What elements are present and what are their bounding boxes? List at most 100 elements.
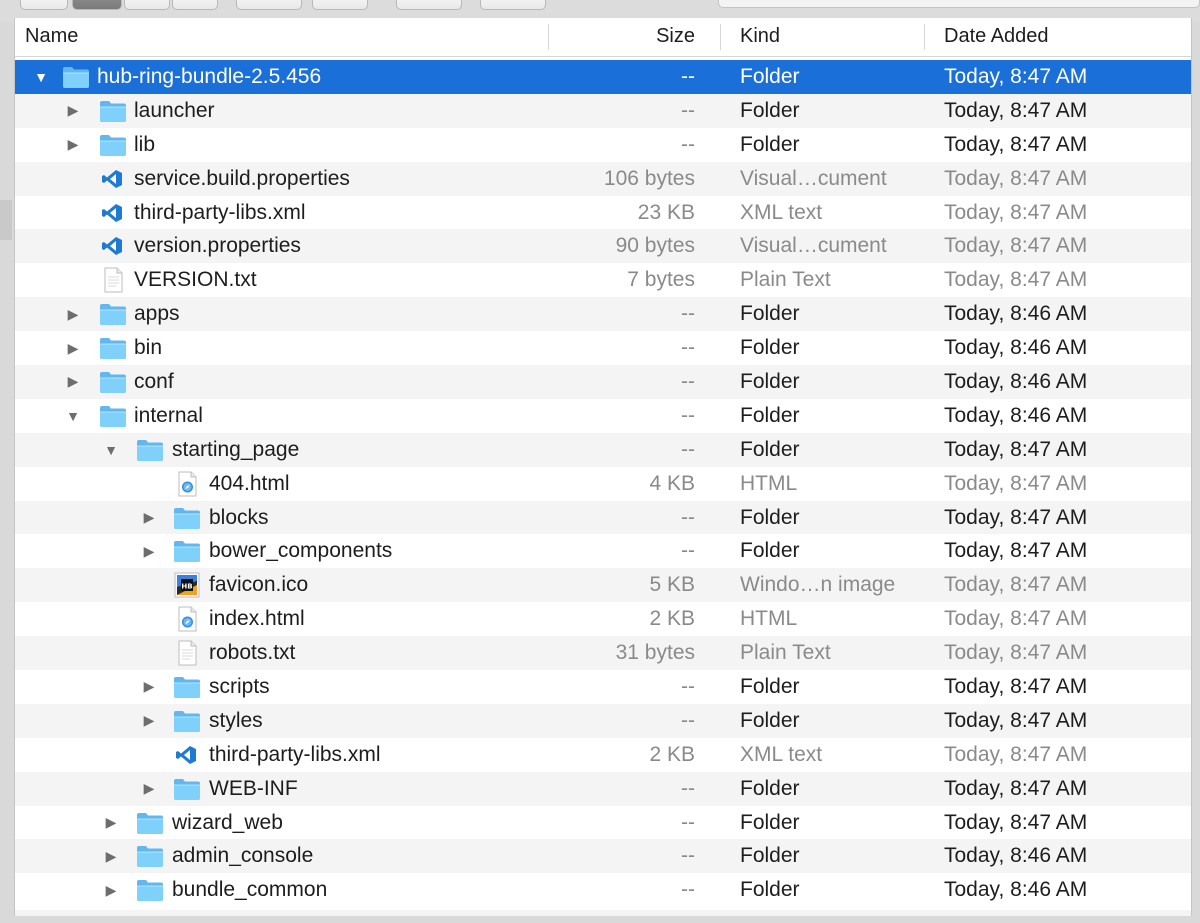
file-name[interactable]: third-party-libs.xml [209,738,381,772]
file-kind: Plain Text [740,268,831,292]
table-row[interactable]: third-party-libs.xml 2 KB XML text Today, 8… [15,738,1191,772]
disclosure-triangle-expanded-icon[interactable]: ▼ [101,433,121,467]
table-row[interactable]: ▶ bundle_common -- Folder Today, 8:46 AM [15,873,1191,907]
file-name[interactable]: styles [209,704,263,738]
disclosure-triangle-collapsed-icon[interactable]: ▶ [63,128,83,162]
file-name[interactable]: WEB-INF [209,772,298,806]
file-kind: Folder [740,776,800,800]
file-date-added: Today, 8:47 AM [944,166,1088,190]
file-name[interactable]: apps [134,297,180,331]
file-date-added: Today, 8:47 AM [944,200,1088,224]
file-kind: Folder [740,810,800,834]
disclosure-triangle-expanded-icon[interactable]: ▼ [31,60,51,94]
disclosure-triangle-collapsed-icon[interactable]: ▶ [63,297,83,331]
file-name[interactable]: bower_components [209,534,392,568]
file-name[interactable]: launcher [134,94,215,128]
action-button[interactable] [312,0,368,10]
table-row[interactable]: ▶ admin_console -- Folder Today, 8:46 AM [15,839,1191,874]
file-name[interactable]: favicon.ico [209,568,308,602]
file-name[interactable]: internal [134,399,203,433]
table-row[interactable]: ▼ internal -- Folder Today, 8:46 AM [15,399,1191,433]
file-date-added: Today, 8:47 AM [944,810,1088,834]
table-row[interactable]: ▶ conf -- Folder Today, 8:46 AM [15,365,1191,399]
table-row[interactable]: ▼ hub-ring-bundle-2.5.456 -- Folder Today, 8… [15,60,1191,94]
table-row[interactable]: 404.html 4 KB HTML Today, 8:47 AM [15,467,1191,501]
table-row[interactable]: ▶ lib -- Folder Today, 8:47 AM [15,128,1191,162]
table-row[interactable]: ▶ apps -- Folder Today, 8:46 AM [15,297,1191,332]
table-row[interactable]: service.build.properties 106 bytes Visual…… [15,161,1191,196]
table-row[interactable]: ▶ scripts -- Folder Today, 8:47 AM [15,670,1191,704]
tags-button[interactable] [480,0,546,10]
disclosure-triangle-collapsed-icon[interactable]: ▶ [139,772,159,806]
share-button[interactable] [396,0,462,10]
search-input[interactable] [718,0,1200,8]
file-name[interactable]: 404.html [209,467,290,501]
file-name[interactable]: scripts [209,670,270,704]
disclosure-triangle-collapsed-icon[interactable]: ▶ [63,365,83,399]
file-kind: Visual…cument [740,234,887,258]
file-size: -- [681,505,695,529]
table-row[interactable]: HB favicon.ico 5 KB Windo…n image Today, 8:4… [15,568,1191,603]
disclosure-triangle-collapsed-icon[interactable]: ▶ [139,501,159,535]
disclosure-triangle-collapsed-icon[interactable]: ▶ [63,94,83,128]
file-name[interactable]: bin [134,331,162,365]
file-size: 5 KB [649,573,695,597]
column-divider[interactable] [924,24,925,50]
file-name[interactable]: index.html [209,602,305,636]
column-header-name[interactable]: Name [25,18,78,56]
table-row[interactable]: robots.txt 31 bytes Plain Text Today, 8:47 … [15,636,1191,671]
column-divider[interactable] [548,24,549,50]
file-name[interactable]: lib [134,128,155,162]
file-name[interactable]: hub-ring-bundle-2.5.456 [97,60,321,94]
table-row[interactable]: ▶ wizard_web -- Folder Today, 8:47 AM [15,806,1191,840]
table-row[interactable]: version.properties 90 bytes Visual…cument T… [15,229,1191,264]
table-row[interactable]: third-party-libs.xml 23 KB XML text Today, … [15,196,1191,230]
view-gallery-button[interactable] [172,0,218,10]
file-name[interactable]: service.build.properties [134,162,350,196]
column-header-kind[interactable]: Kind [740,18,780,56]
table-row[interactable]: ▶ bower_components -- Folder Today, 8:47 AM [15,534,1191,568]
disclosure-triangle-collapsed-icon[interactable]: ▶ [139,534,159,568]
svg-text:HB: HB [181,583,192,591]
file-name[interactable]: starting_page [172,433,299,467]
table-row[interactable]: VERSION.txt 7 bytes Plain Text Today, 8:47 … [15,263,1191,297]
file-kind: Plain Text [740,641,831,665]
disclosure-triangle-collapsed-icon[interactable]: ▶ [139,704,159,738]
disclosure-triangle-collapsed-icon[interactable]: ▶ [139,670,159,704]
file-size: -- [681,844,695,868]
column-header-size[interactable]: Size [656,18,695,56]
disclosure-triangle-collapsed-icon[interactable]: ▶ [101,839,121,873]
disclosure-triangle-collapsed-icon[interactable]: ▶ [63,331,83,365]
file-name[interactable]: conf [134,365,174,399]
disclosure-triangle-collapsed-icon[interactable]: ▶ [101,806,121,840]
file-name[interactable]: robots.txt [209,636,295,670]
arrange-button[interactable] [236,0,302,10]
column-header-date-added[interactable]: Date Added [944,18,1049,56]
file-date-added: Today, 8:47 AM [944,132,1088,156]
file-name[interactable]: version.properties [134,229,301,263]
table-row[interactable]: ▶ launcher -- Folder Today, 8:47 AM [15,93,1191,128]
table-row[interactable]: index.html 2 KB HTML Today, 8:47 AM [15,602,1191,636]
file-date-added: Today, 8:47 AM [944,607,1088,631]
file-name[interactable]: wizard_web [172,806,283,840]
disclosure-triangle-expanded-icon[interactable]: ▼ [63,399,83,433]
view-list-button[interactable] [72,0,122,10]
view-columns-button[interactable] [124,0,170,10]
table-row[interactable]: ▼ starting_page -- Folder Today, 8:47 AM [15,432,1191,467]
file-date-added: Today, 8:47 AM [944,675,1088,699]
file-date-added: Today, 8:47 AM [944,65,1088,88]
file-name[interactable]: VERSION.txt [134,263,257,297]
table-row[interactable]: ▶ bin -- Folder Today, 8:46 AM [15,331,1191,365]
file-name[interactable]: blocks [209,501,269,535]
file-name[interactable]: admin_console [172,839,313,873]
table-row[interactable]: ▶ WEB-INF -- Folder Today, 8:47 AM [15,771,1191,806]
view-icons-button[interactable] [20,0,68,10]
file-date-added: Today, 8:46 AM [944,336,1088,360]
column-divider[interactable] [720,24,721,50]
table-row[interactable]: ▶ styles -- Folder Today, 8:47 AM [15,703,1191,738]
file-name[interactable]: third-party-libs.xml [134,196,306,230]
file-name[interactable]: bundle_common [172,873,327,907]
disclosure-triangle-collapsed-icon[interactable]: ▶ [101,873,121,907]
table-row[interactable]: ▶ blocks -- Folder Today, 8:47 AM [15,500,1191,535]
file-date-added: Today, 8:47 AM [944,471,1088,495]
